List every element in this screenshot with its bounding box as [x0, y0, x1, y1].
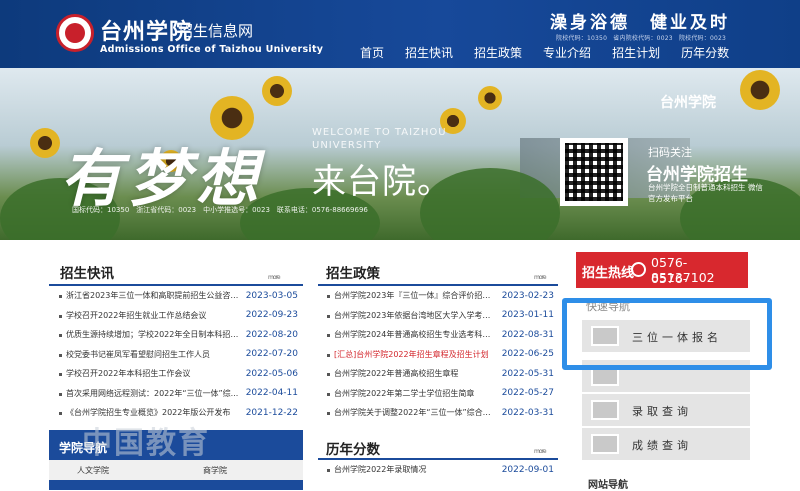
- quick-nav-label: 成绩查询: [632, 439, 692, 452]
- news-date: 2022-03-31: [501, 407, 554, 418]
- sunflower-image: [262, 76, 292, 106]
- news-row[interactable]: 优质生源持续增加；学校2022年全日制本科招生... 2022-08-20: [58, 325, 298, 344]
- news-row[interactable]: 台州学院2022年录取情况 2022-09-01: [326, 460, 554, 479]
- qr-description: 台州学院全日制普通本科招生 微信官方发布平台: [648, 183, 763, 203]
- news-date: 2022-05-27: [501, 388, 554, 398]
- highlight-annotation: [562, 298, 772, 370]
- banner-codes: 国标代码：10350 浙江省代码：0023 中小学推选号：0023 联系电话：0…: [72, 206, 368, 214]
- news-date: 2022-04-11: [245, 388, 298, 398]
- college-link[interactable]: 商学院: [203, 465, 227, 476]
- policy-more-link[interactable]: more: [534, 274, 547, 281]
- news-row[interactable]: 台州学院关于调整2022年“三位一体”综合评价... 2022-03-31: [326, 403, 554, 422]
- hero-banner[interactable]: 有梦想 WELCOME TO TAIZHOU UNIVERSITY 来台院。 国…: [0, 68, 800, 240]
- news-title[interactable]: 台州学院2022年录取情况: [326, 464, 496, 475]
- news-row[interactable]: [汇总]台州学院2022年招生章程及招生计划 2022-06-25: [326, 345, 554, 364]
- news-date: 2023-01-11: [501, 310, 554, 320]
- news-date: 2022-07-20: [245, 349, 298, 359]
- news-title[interactable]: 台州学院2023年『三位一体』综合评价招生章程: [326, 290, 496, 301]
- nav-majors[interactable]: 专业介绍: [543, 44, 591, 61]
- news-row[interactable]: 校党委书记崔凤军看望慰问招生工作人员 2022-07-20: [58, 345, 298, 364]
- news-row[interactable]: 台州学院2022年第二学士学位招生简章 2022-05-27: [326, 384, 554, 403]
- news-title[interactable]: 《台州学院招生专业概览》2022年版公开发布: [58, 407, 240, 418]
- nav-news[interactable]: 招生快讯: [405, 44, 453, 61]
- news-title[interactable]: 台州学院关于调整2022年“三位一体”综合评价...: [326, 407, 496, 418]
- news-title[interactable]: 台州学院2022年第二学士学位招生简章: [326, 388, 496, 399]
- nav-home[interactable]: 首页: [360, 44, 384, 61]
- hotline-label: 招生热线: [582, 266, 635, 281]
- news-date: 2023-02-23: [501, 290, 554, 301]
- news-date: 2022-08-31: [501, 329, 554, 340]
- news-date: 2022-05-06: [245, 368, 298, 379]
- college-nav-row: 人文学院 商学院: [49, 460, 303, 480]
- university-emblem-icon[interactable]: [56, 14, 94, 52]
- news-title[interactable]: 学校召开2022年招生就业工作总结会议: [58, 310, 240, 321]
- list-icon: [591, 400, 619, 420]
- quick-nav-admission-button[interactable]: 录取查询: [582, 394, 750, 426]
- news-panel-title[interactable]: 招生快讯: [60, 262, 114, 282]
- quick-nav-label: 录取查询: [632, 405, 692, 418]
- news-row[interactable]: 首次采用网络远程测试：2022年“三位一体”综... 2022-04-11: [58, 384, 298, 403]
- nav-scores[interactable]: 历年分数: [681, 44, 729, 61]
- news-title[interactable]: 学校召开2022年本科招生工作会议: [58, 368, 240, 379]
- news-title[interactable]: 浙江省2023年三位一体和高职提前招生公益咨询...: [58, 290, 240, 301]
- news-title[interactable]: 首次采用网络远程测试：2022年“三位一体”综...: [58, 388, 240, 399]
- banner-welcome: WELCOME TO TAIZHOU UNIVERSITY: [312, 127, 447, 151]
- sunflower-image: [740, 70, 780, 110]
- college-link[interactable]: 人文学院: [77, 465, 109, 476]
- school-motto: 澡身浴德 健业及时: [550, 13, 730, 33]
- news-row[interactable]: 学校召开2022年本科招生工作会议 2022-05-06: [58, 364, 298, 383]
- nav-policy[interactable]: 招生政策: [474, 44, 522, 61]
- news-date: 2023-03-05: [245, 290, 298, 301]
- news-title[interactable]: [汇总]台州学院2022年招生章程及招生计划: [326, 349, 496, 360]
- header-codes: 院校代码：10350 省内院校代码：0023 院校代码：0023: [556, 35, 727, 42]
- admissions-hotline: 招生热线 0576-85137102 0576-88669696: [576, 252, 748, 301]
- news-date: 2022-09-01: [501, 464, 554, 475]
- news-row[interactable]: 台州学院2023年依据台湾地区大学入学考试学科... 2023-01-11: [326, 306, 554, 325]
- site-nav-title: 网站导航: [588, 480, 628, 491]
- watermark-text: 中国教育: [82, 426, 210, 461]
- scores-panel-title[interactable]: 历年分数: [326, 438, 380, 458]
- banner-logo: 台州学院: [660, 95, 716, 111]
- news-row[interactable]: 学校召开2022年招生就业工作总结会议 2022-09-23: [58, 306, 298, 325]
- scores-more-link[interactable]: more: [534, 448, 547, 455]
- news-title[interactable]: 台州学院2022年普通高校招生章程: [326, 368, 496, 379]
- sunflower-image: [30, 128, 60, 158]
- news-date: 2022-06-25: [501, 349, 554, 359]
- logo-english: Admissions Office of Taizhou University: [100, 44, 324, 55]
- news-row[interactable]: 台州学院2024年普通高校招生专业选考科目要求 2022-08-31: [326, 325, 554, 344]
- qr-code-icon: [560, 138, 628, 206]
- news-row[interactable]: 台州学院2023年『三位一体』综合评价招生章程 2023-02-23: [326, 286, 554, 305]
- quick-nav-score-button[interactable]: 成绩查询: [582, 428, 750, 460]
- news-date: 2022-05-31: [501, 368, 554, 379]
- policy-panel-title[interactable]: 招生政策: [326, 262, 380, 282]
- hotline-number[interactable]: 0576-88669696: [651, 271, 748, 301]
- news-row[interactable]: 台州学院2022年普通高校招生章程 2022-05-31: [326, 364, 554, 383]
- qr-title: 扫码关注: [648, 146, 692, 159]
- phone-icon: [631, 262, 646, 277]
- nav-plan[interactable]: 招生计划: [612, 44, 660, 61]
- chart-icon: [591, 434, 619, 454]
- banner-slogan: 来台院。: [312, 162, 452, 202]
- logo-subtitle[interactable]: 招生信息网: [178, 20, 253, 41]
- news-title[interactable]: 台州学院2023年依据台湾地区大学入学考试学科...: [326, 310, 496, 321]
- main-nav: 首页 招生快讯 招生政策 专业介绍 招生计划 历年分数: [360, 44, 750, 61]
- news-date: 2021-12-22: [245, 407, 298, 418]
- site-header: 台州学院 招生信息网 Admissions Office of Taizhou …: [0, 0, 800, 68]
- news-date: 2022-08-20: [245, 329, 298, 340]
- sunflower-image: [478, 86, 502, 110]
- news-title[interactable]: 优质生源持续增加；学校2022年全日制本科招生...: [58, 329, 240, 340]
- news-more-link[interactable]: more: [268, 274, 281, 281]
- news-row[interactable]: 浙江省2023年三位一体和高职提前招生公益咨询... 2023-03-05: [58, 286, 298, 305]
- news-title[interactable]: 台州学院2024年普通高校招生专业选考科目要求: [326, 329, 496, 340]
- news-date: 2022-09-23: [245, 310, 298, 320]
- news-title[interactable]: 校党委书记崔凤军看望慰问招生工作人员: [58, 349, 240, 360]
